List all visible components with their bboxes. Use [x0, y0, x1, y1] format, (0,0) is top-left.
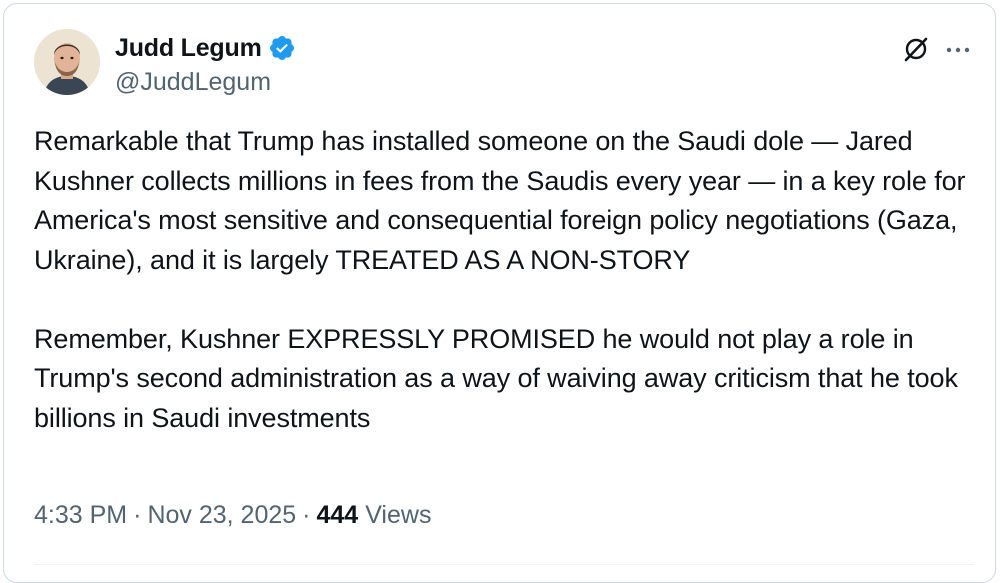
tweet-meta: 4:33 PM · Nov 23, 2025 · 444 Views: [34, 501, 431, 530]
author-handle[interactable]: @JuddLegum: [115, 68, 271, 97]
tweet-paragraph-1: Remarkable that Trump has installed some…: [34, 126, 966, 275]
tweet-time[interactable]: 4:33 PM: [34, 501, 127, 530]
meta-separator: ·: [133, 501, 142, 529]
grok-icon[interactable]: [902, 35, 930, 63]
more-options-icon[interactable]: [944, 36, 972, 64]
author-display-name[interactable]: Judd Legum: [115, 34, 262, 63]
views-count: 444: [316, 501, 359, 529]
views-label: Views: [365, 501, 432, 529]
tweet-card: Judd Legum @JuddLegum Remarkable that Tr…: [3, 3, 996, 583]
meta-separator: ·: [302, 501, 311, 529]
tweet-text: Remarkable that Trump has installed some…: [34, 122, 974, 438]
verified-badge-icon: [268, 34, 296, 62]
tweet-date[interactable]: Nov 23, 2025: [147, 501, 296, 530]
author-name-row: Judd Legum: [115, 33, 296, 63]
avatar[interactable]: [34, 29, 100, 95]
divider: [34, 564, 974, 565]
tweet-paragraph-2: Remember, Kushner EXPRESSLY PROMISED he …: [34, 323, 958, 433]
avatar-image: [34, 29, 100, 95]
